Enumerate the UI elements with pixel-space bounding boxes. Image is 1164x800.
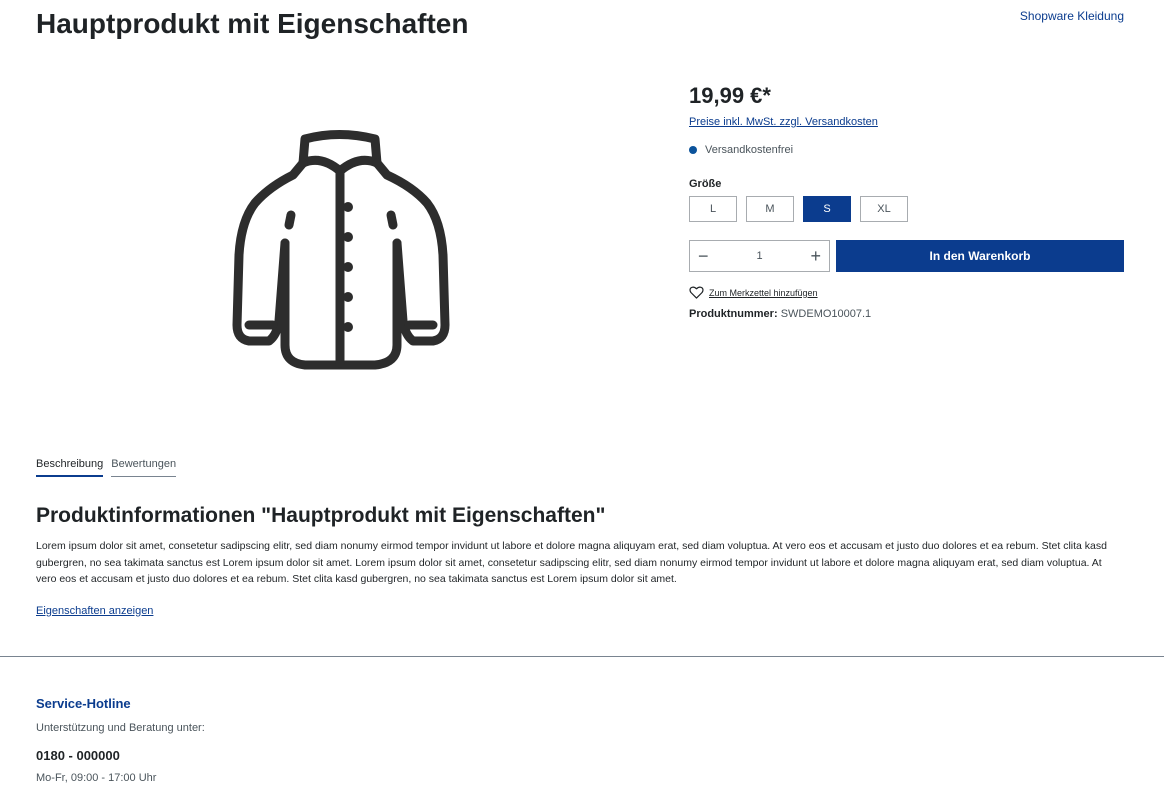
product-detail-page: Hauptprodukt mit Eigenschaften Shopware …	[0, 0, 1164, 800]
product-tabs: Beschreibung Bewertungen	[36, 458, 177, 477]
support-text: Unterstützung und Beratung unter:	[36, 722, 205, 734]
jacket-icon	[232, 130, 450, 370]
delivery-info: Versandkostenfrei	[689, 144, 1124, 156]
manufacturer-link[interactable]: Shopware Kleidung	[1020, 9, 1124, 23]
heart-icon	[689, 286, 704, 299]
product-image[interactable]	[36, 76, 658, 426]
tax-shipping-link[interactable]: Preise inkl. MwSt. zzgl. Versandkosten	[689, 116, 878, 128]
footer-divider	[0, 656, 1164, 657]
hotline-hours: Mo-Fr, 09:00 - 17:00 Uhr	[36, 772, 157, 784]
buy-box: 19,99 €* Preise inkl. MwSt. zzgl. Versan…	[689, 80, 1124, 320]
hotline-phone[interactable]: 0180 - 000000	[36, 748, 205, 763]
delivery-status-dot-icon	[689, 146, 697, 154]
product-title: Hauptprodukt mit Eigenschaften	[36, 8, 469, 39]
product-number: Produktnummer: SWDEMO10007.1	[689, 308, 1124, 320]
size-option-m[interactable]: M	[746, 196, 794, 222]
service-hotline-title: Service-Hotline	[36, 696, 131, 711]
tab-description[interactable]: Beschreibung	[36, 458, 104, 477]
size-label: Größe	[689, 178, 722, 190]
size-option-s[interactable]: S	[803, 196, 851, 222]
product-price: 19,99 €*	[689, 83, 771, 108]
product-information: Produktinformationen "Hauptprodukt mit E…	[36, 502, 1124, 619]
tab-reviews[interactable]: Bewertungen	[111, 458, 177, 477]
minus-icon[interactable]: −	[698, 247, 709, 265]
product-number-label: Produktnummer:	[689, 308, 778, 320]
product-description: Lorem ipsum dolor sit amet, consetetur s…	[36, 540, 1107, 585]
buy-row: − 1 + In den Warenkorb	[689, 240, 1124, 272]
delivery-text: Versandkostenfrei	[705, 144, 794, 156]
show-properties-link[interactable]: Eigenschaften anzeigen	[36, 605, 153, 617]
product-number-value: SWDEMO10007.1	[780, 308, 872, 320]
plus-icon[interactable]: +	[810, 247, 821, 265]
wishlist-label[interactable]: Zum Merkzettel hinzufügen	[709, 288, 818, 298]
size-option-l[interactable]: L	[689, 196, 737, 222]
size-options: L M S XL	[689, 196, 1124, 222]
quantity-stepper[interactable]: − 1 +	[689, 240, 830, 272]
wishlist-link[interactable]: Zum Merkzettel hinzufügen	[689, 286, 1124, 299]
quantity-value[interactable]: 1	[756, 250, 762, 262]
footer-service: Service-Hotline Unterstützung und Beratu…	[36, 696, 205, 784]
size-option-xl[interactable]: XL	[860, 196, 908, 222]
add-to-cart-button[interactable]: In den Warenkorb	[836, 240, 1124, 272]
product-info-heading: Produktinformationen "Hauptprodukt mit E…	[36, 504, 606, 527]
